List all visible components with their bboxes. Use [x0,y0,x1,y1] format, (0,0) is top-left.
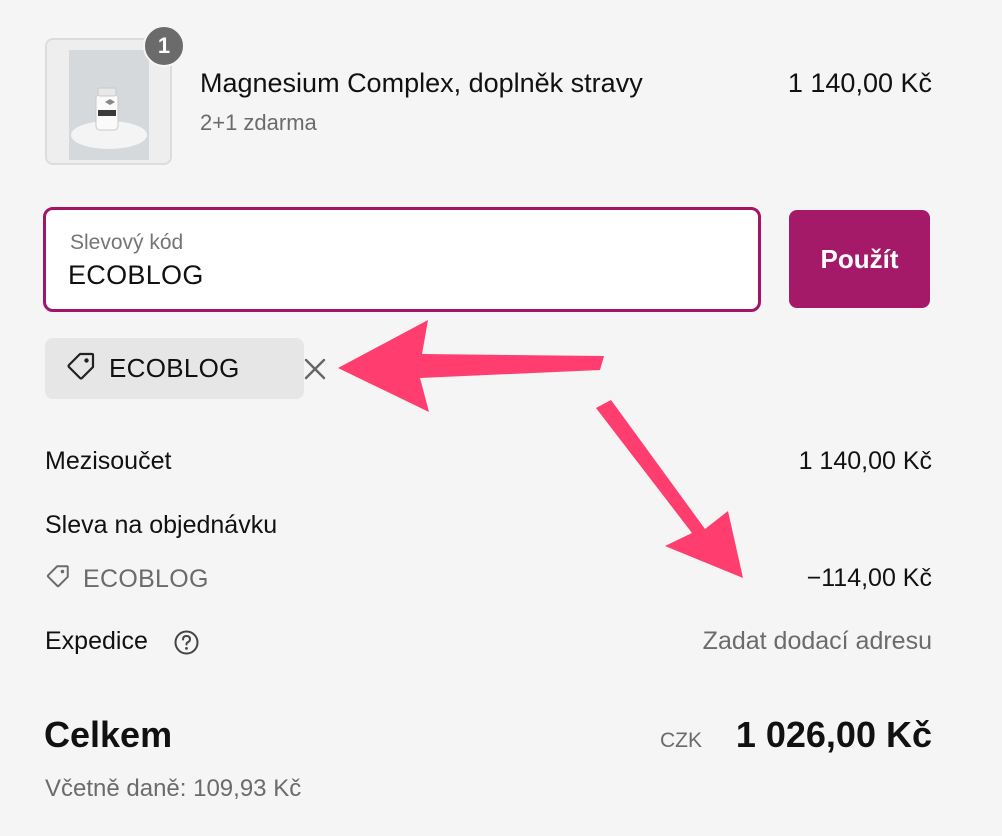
discount-code-input[interactable] [68,260,728,291]
total-label: Celkem [44,714,173,755]
subtotal-value: 1 140,00 Kč [798,447,932,475]
applied-discount-code: ECOBLOG [109,353,240,383]
quantity-badge: 1 [143,25,185,67]
order-discount-code-tag: ECOBLOG [45,563,209,596]
shipping-value[interactable]: Zadat dodací adresu [703,627,932,656]
order-discount-value: −114,00 Kč [806,564,932,592]
total-currency: CZK [660,729,702,752]
annotation-arrow-left [338,320,604,412]
subtotal-label: Mezisoučet [45,447,172,475]
tax-line: Včetně daně: 109,93 Kč [45,775,302,802]
shipping-label: Expedice [45,627,148,655]
total-value: 1 026,00 Kč [735,714,932,755]
product-name: Magnesium Complex, doplněk stravy [200,68,643,98]
order-discount-code: ECOBLOG [83,565,209,593]
discount-code-label: Slevový kód [70,231,184,254]
tag-icon [65,350,97,387]
tag-icon [45,563,71,596]
discount-code-field[interactable]: Slevový kód [43,207,761,312]
product-price: 1 140,00 Kč [787,68,932,98]
close-icon[interactable] [302,356,328,382]
question-circle-icon[interactable] [173,629,200,656]
order-discount-label: Sleva na objednávku [45,511,278,539]
apply-discount-button[interactable]: Použít [789,210,930,308]
product-variant: 2+1 zdarma [200,110,317,135]
applied-discount-chip: ECOBLOG [45,338,326,399]
annotation-arrow-down [596,400,743,578]
